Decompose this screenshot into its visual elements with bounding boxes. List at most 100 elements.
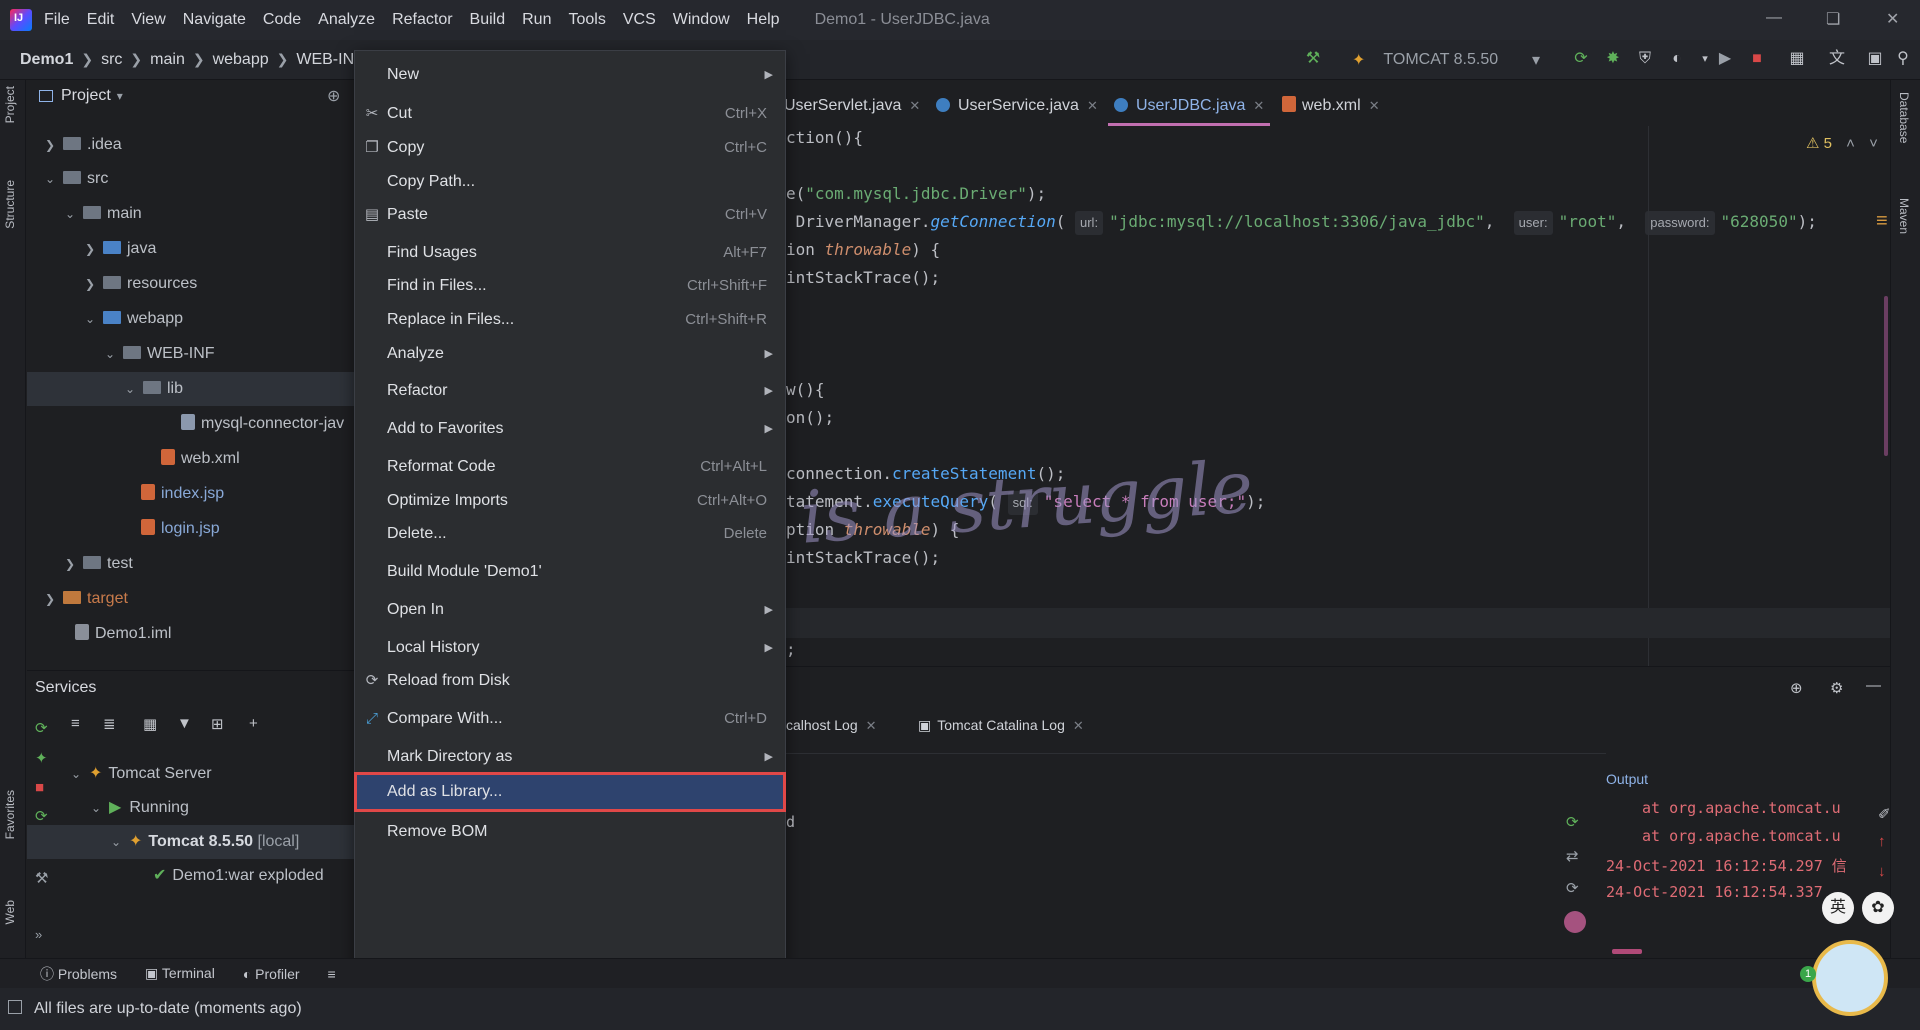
tab-localhost-log[interactable]: calhost Log ✕ — [786, 717, 877, 734]
menu-item-open-in[interactable]: Open In ▶ — [355, 593, 785, 627]
search-icon[interactable]: ⚲ — [1894, 50, 1912, 68]
menu-item-copy[interactable]: ❐ Copy Ctrl+C — [355, 131, 785, 165]
project-tool-tab[interactable]: Project — [3, 86, 17, 123]
stop-icon[interactable]: ■ — [1748, 50, 1766, 68]
tree-item-src[interactable]: ⌄ src — [45, 162, 108, 196]
tab-catalina-log[interactable]: ▣ Tomcat Catalina Log ✕ — [918, 717, 1084, 734]
menu-run[interactable]: Run — [522, 11, 551, 29]
menu-item-new[interactable]: New ▶ — [355, 58, 785, 92]
menu-navigate[interactable]: Navigate — [183, 11, 246, 29]
tab-userservice[interactable]: UserService.java ✕ — [936, 86, 1098, 126]
tree-item-web-xml[interactable]: web.xml — [161, 442, 240, 476]
close-icon[interactable]: ✕ — [909, 98, 920, 113]
gear-icon[interactable]: ⚙ — [1830, 679, 1843, 697]
reload-icon[interactable]: ⟳ — [1566, 879, 1579, 897]
arrow-up-icon[interactable]: ↑ — [1878, 833, 1886, 850]
menu-item-paste[interactable]: ▤ Paste Ctrl+V — [355, 198, 785, 232]
menu-item-compare-with[interactable]: ⤢ Compare With... Ctrl+D — [355, 702, 785, 736]
build-hammer-icon[interactable]: ⚒ — [1304, 50, 1322, 68]
more-run-chevron-icon[interactable]: ▾ — [1696, 50, 1714, 68]
update-running-icon[interactable]: ⟳ — [1572, 50, 1590, 68]
code-editor[interactable]: ction(){ e("com.mysql.jdbc.Driver"); Dri… — [780, 126, 1890, 666]
service-tomcat-instance[interactable]: ⌄ ✦ Tomcat 8.5.50 [local] — [27, 825, 357, 859]
expand-all-icon[interactable]: ≡ — [71, 715, 80, 732]
chevron-down-icon[interactable]: ˅ — [1869, 135, 1878, 152]
menu-item-refactor[interactable]: Refactor ▶ — [355, 374, 785, 408]
chevron-down-icon[interactable]: ▾ — [117, 89, 123, 103]
menu-view[interactable]: View — [131, 11, 165, 29]
restore-icon[interactable]: ❏ — [1826, 9, 1840, 29]
coverage-icon[interactable]: ⛨ — [1636, 50, 1654, 68]
close-icon[interactable]: ✕ — [1369, 98, 1380, 113]
structure-tool-tab[interactable]: Structure — [3, 180, 17, 229]
tab-userservlet[interactable]: UserServlet.java ✕ — [784, 86, 920, 126]
favorites-tool-tab[interactable]: Favorites — [3, 790, 17, 839]
vcs-changes-icon[interactable]: ≡ — [1876, 210, 1888, 233]
menu-item-copy-path[interactable]: Copy Path... — [355, 165, 785, 199]
filter-icon[interactable]: ▼ — [177, 715, 192, 732]
close-icon[interactable]: ✕ — [1253, 98, 1264, 113]
flower-icon[interactable]: ✿ — [1862, 892, 1894, 924]
editor-scrollbar[interactable] — [1884, 296, 1888, 456]
locate-target-icon[interactable]: ⊕ — [327, 86, 340, 106]
breadcrumb-src[interactable]: src — [101, 51, 122, 69]
database-tool-tab[interactable]: Database — [1897, 92, 1911, 143]
run-icon[interactable]: ▶ — [1716, 50, 1734, 68]
tree-item-target[interactable]: ❯ target — [45, 582, 128, 616]
breadcrumb-project[interactable]: Demo1 — [20, 51, 73, 69]
tab-userjdbc[interactable]: UserJDBC.java ✕ — [1108, 86, 1271, 126]
tree-item-login-jsp[interactable]: login.jsp — [141, 512, 220, 546]
menu-item-optimize-imports[interactable]: Optimize Imports Ctrl+Alt+O — [355, 484, 785, 518]
chevron-up-icon[interactable]: ˄ — [1846, 135, 1855, 152]
settings-wrench-icon[interactable]: ⚒ — [35, 869, 48, 887]
debug-icon[interactable]: ✸ — [1604, 50, 1622, 68]
menu-edit[interactable]: Edit — [87, 11, 115, 29]
close-icon[interactable]: ✕ — [1087, 98, 1098, 113]
menu-item-mark-directory-as[interactable]: Mark Directory as ▶ — [355, 740, 785, 774]
menu-item-add-to-favorites[interactable]: Add to Favorites ▶ — [355, 412, 785, 446]
tree-item-resources[interactable]: ❯ resources — [85, 267, 197, 301]
service-tomcat-server[interactable]: ⌄ ✦ Tomcat Server — [71, 757, 212, 791]
service-artifact[interactable]: ✔ Demo1:war exploded — [153, 859, 324, 893]
more-chevrons-icon[interactable]: » — [35, 927, 42, 942]
menu-help[interactable]: Help — [747, 11, 780, 29]
menu-code[interactable]: Code — [263, 11, 301, 29]
more-tools-icon[interactable]: ≡ — [328, 966, 336, 982]
target-icon[interactable]: ⊕ — [1790, 679, 1803, 697]
tree-item-lib[interactable]: ⌄ lib — [27, 372, 357, 406]
menu-file[interactable]: File — [44, 11, 70, 29]
record-icon[interactable] — [1564, 911, 1586, 933]
close-icon[interactable]: ✕ — [866, 718, 877, 733]
breadcrumb-main[interactable]: main — [150, 51, 185, 69]
menu-refactor[interactable]: Refactor — [392, 11, 452, 29]
project-structure-icon[interactable]: ▦ — [1788, 50, 1806, 68]
menu-item-cut[interactable]: ✂ Cut Ctrl+X — [355, 97, 785, 131]
service-running-group[interactable]: ⌄ ▶ Running — [91, 791, 189, 825]
close-icon[interactable]: ✕ — [1073, 718, 1084, 733]
tab-web-xml[interactable]: web.xml ✕ — [1282, 86, 1380, 126]
menu-item-replace-in-files[interactable]: Replace in Files... Ctrl+Shift+R — [355, 303, 785, 337]
hide-panel-icon[interactable]: — — [1866, 677, 1881, 694]
tree-item-demo1-iml[interactable]: Demo1.iml — [75, 617, 171, 651]
menu-item-remove-bom[interactable]: Remove BOM — [355, 815, 785, 849]
swap-icon[interactable]: ⇄ — [1566, 847, 1579, 865]
assistant-avatar[interactable] — [1812, 940, 1888, 1016]
new-tab-icon[interactable]: ⊞ — [211, 715, 224, 733]
terminal-tool-button[interactable]: ▣ Terminal — [145, 965, 215, 982]
menu-analyze[interactable]: Analyze — [318, 11, 375, 29]
group-by-icon[interactable]: ▦ — [143, 715, 157, 733]
tree-item-index-jsp[interactable]: index.jsp — [141, 477, 224, 511]
menu-item-find-usages[interactable]: Find Usages Alt+F7 — [355, 236, 785, 270]
close-icon[interactable]: ✕ — [1886, 9, 1899, 29]
menu-item-analyze[interactable]: Analyze ▶ — [355, 337, 785, 371]
run-configuration-select[interactable]: ✦ TOMCAT 8.5.50 ▾ — [1352, 47, 1540, 73]
ime-badge[interactable]: 英 — [1822, 892, 1854, 924]
menu-item-reload-from-disk[interactable]: ⟳ Reload from Disk — [355, 664, 785, 698]
problems-tool-button[interactable]: ⓘ Problems — [40, 964, 117, 984]
tree-item-idea[interactable]: ❯ .idea — [45, 128, 122, 162]
terminal-window-icon[interactable]: ▣ — [1866, 50, 1884, 68]
menu-item-find-in-files[interactable]: Find in Files... Ctrl+Shift+F — [355, 269, 785, 303]
clear-icon[interactable]: ✐ — [1878, 805, 1891, 823]
project-panel-title[interactable]: Project — [61, 87, 111, 105]
menu-vcs[interactable]: VCS — [623, 11, 656, 29]
